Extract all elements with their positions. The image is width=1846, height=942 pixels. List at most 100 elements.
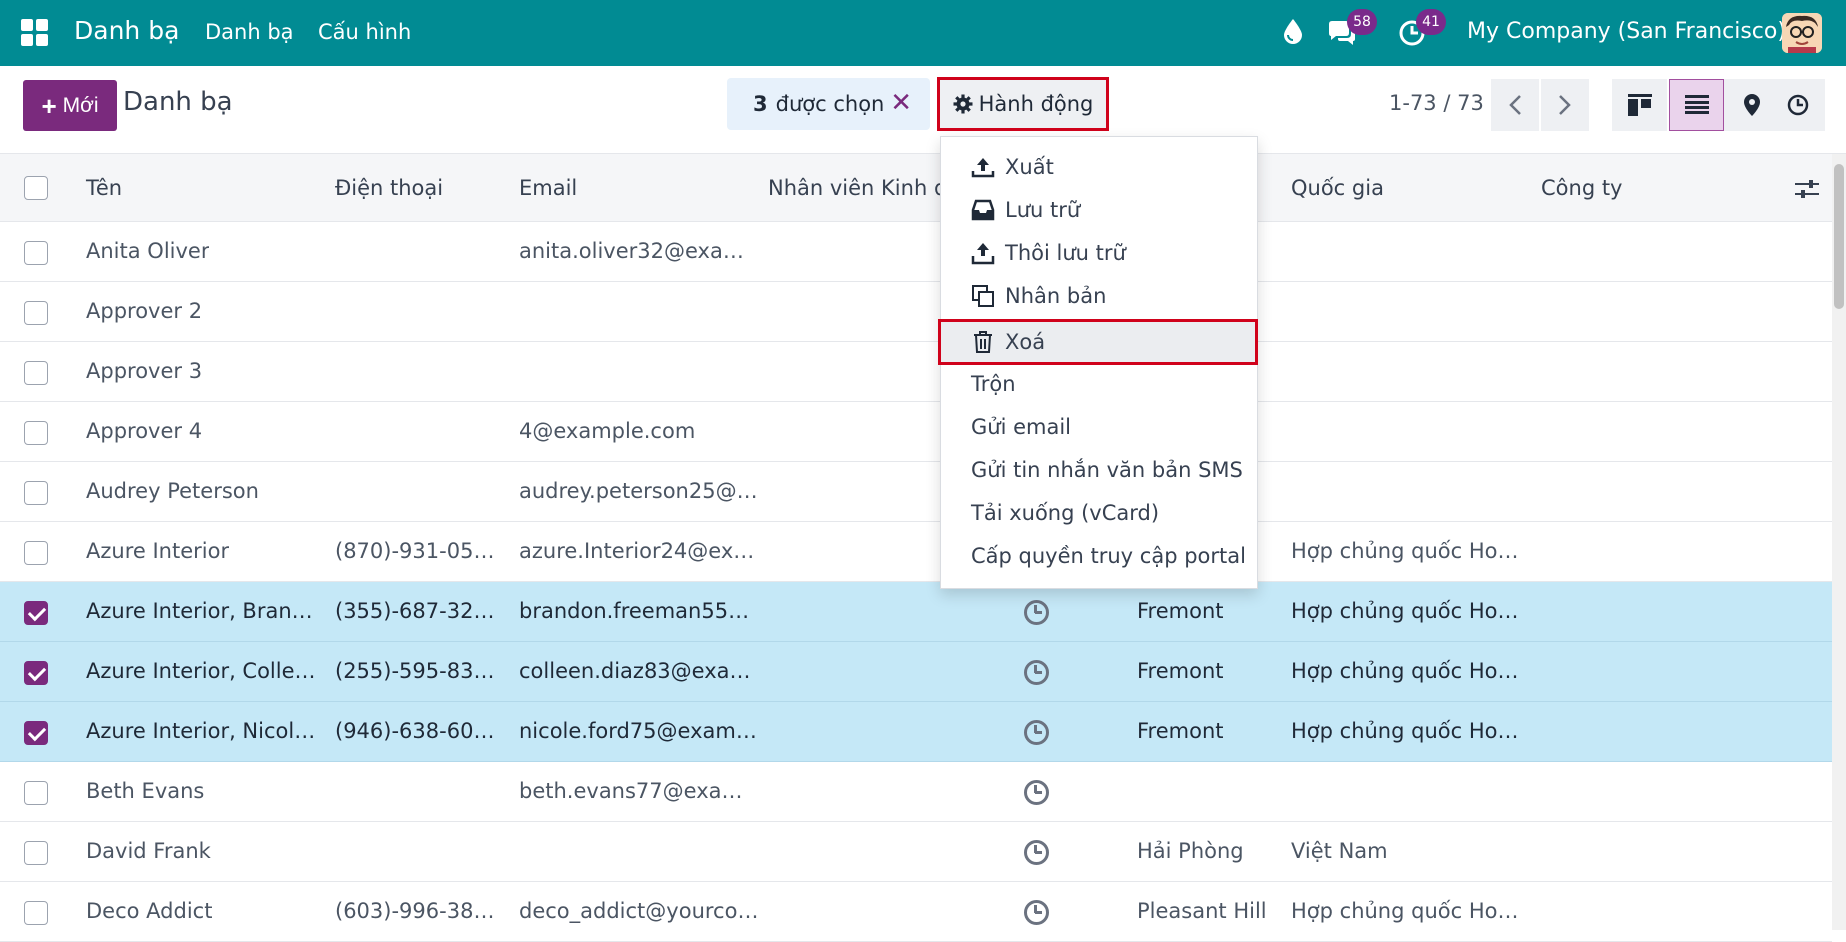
gear-icon	[953, 94, 973, 114]
column-header-name[interactable]: Tên	[86, 176, 122, 200]
table-row[interactable]: Audrey Peterson audrey.peterson25@e…	[0, 462, 1832, 522]
pager-value[interactable]: 1-73 / 73	[1389, 91, 1484, 115]
user-avatar[interactable]	[1782, 13, 1822, 53]
row-checkbox[interactable]	[24, 301, 48, 325]
cell-phone: (355)-687-3262	[335, 599, 495, 623]
apps-menu-icon[interactable]	[21, 19, 48, 46]
clock-icon	[1787, 94, 1808, 116]
table-row[interactable]: Anita Oliver anita.oliver32@exam…	[0, 222, 1832, 282]
table-row[interactable]: Azure Interior, Nicole … (946)-638-6034 ni…	[0, 702, 1832, 762]
cell-city: Hải Phòng	[1137, 839, 1244, 863]
row-checkbox[interactable]	[24, 661, 48, 685]
optional-columns-icon[interactable]	[1795, 179, 1819, 199]
company-switcher[interactable]: My Company (San Francisco)	[1467, 19, 1786, 44]
new-button[interactable]: + Mới	[23, 80, 117, 131]
activity-clock-icon[interactable]	[1024, 780, 1049, 805]
menu-item-unarchive[interactable]: Thôi lưu trữ	[971, 241, 1126, 265]
table-row[interactable]: Deco Addict (603)-996-3829 deco_addict@you…	[0, 882, 1832, 942]
menu-item-duplicate[interactable]: Nhân bản	[971, 284, 1106, 308]
table-row[interactable]: Approver 3	[0, 342, 1832, 402]
cell-name: Beth Evans	[86, 779, 205, 803]
table-row[interactable]: Azure Interior, Colleen… (255)-595-8393 co…	[0, 642, 1832, 702]
copy-icon	[972, 285, 994, 307]
cell-phone: (946)-638-6034	[335, 719, 495, 743]
activities-badge: 41	[1416, 9, 1446, 35]
list-scrollbar[interactable]	[1832, 154, 1846, 930]
row-checkbox[interactable]	[24, 601, 48, 625]
select-all-checkbox[interactable]	[24, 176, 48, 200]
column-header-salesperson[interactable]: Nhân viên Kinh doanh	[768, 176, 940, 200]
archive-icon	[971, 199, 995, 221]
activity-clock-icon[interactable]	[1024, 720, 1049, 745]
row-checkbox[interactable]	[24, 481, 48, 505]
row-checkbox[interactable]	[24, 541, 48, 565]
activity-view-button[interactable]	[1770, 79, 1825, 131]
table-row[interactable]: David Frank Hải Phòng Việt Nam	[0, 822, 1832, 882]
clear-selection-icon[interactable]: ✕	[890, 88, 912, 118]
column-header-email[interactable]: Email	[519, 176, 577, 200]
table-row[interactable]: Approver 2	[0, 282, 1832, 342]
menu-item-export[interactable]: Xuất	[971, 155, 1054, 179]
menu-item-archive[interactable]: Lưu trữ	[971, 198, 1080, 222]
kanban-icon	[1627, 94, 1652, 116]
menu-item-merge[interactable]: Trộn	[971, 372, 1016, 396]
column-header-country[interactable]: Quốc gia	[1291, 176, 1384, 200]
app-brand[interactable]: Danh bạ	[74, 16, 179, 45]
table-row[interactable]: Beth Evans beth.evans77@exam…	[0, 762, 1832, 822]
cell-name: Azure Interior, Brando…	[86, 599, 318, 623]
table-row[interactable]: Azure Interior, Brando… (355)-687-3262 bra…	[0, 582, 1832, 642]
cell-name: Azure Interior	[86, 539, 230, 563]
row-checkbox[interactable]	[24, 361, 48, 385]
cell-city: Pleasant Hill	[1137, 899, 1267, 923]
drop-icon[interactable]	[1283, 18, 1303, 44]
action-button[interactable]: Hành động	[937, 77, 1109, 131]
cell-email: audrey.peterson25@e…	[519, 479, 759, 503]
menu-item-grant-portal[interactable]: Cấp quyền truy cập portal	[971, 544, 1246, 568]
column-header-phone[interactable]: Điện thoại	[335, 176, 443, 200]
menu-item-download-vcard[interactable]: Tải xuống (vCard)	[971, 501, 1159, 525]
column-header-company[interactable]: Công ty	[1541, 176, 1623, 200]
cell-city: Fremont	[1137, 719, 1224, 743]
cell-name: Approver 4	[86, 419, 203, 443]
menu-item-delete[interactable]: Xoá	[938, 319, 1258, 365]
row-checkbox[interactable]	[24, 241, 48, 265]
menu-item-send-sms[interactable]: Gửi tin nhắn văn bản SMS	[971, 458, 1243, 482]
plus-icon: +	[41, 90, 57, 121]
upload-icon	[971, 158, 995, 178]
menu-configuration[interactable]: Cấu hình	[318, 20, 411, 44]
trash-icon	[974, 331, 992, 353]
table-row[interactable]: Approver 4 4@example.com	[0, 402, 1832, 462]
row-checkbox[interactable]	[24, 841, 48, 865]
cell-country: Hợp chủng quốc Hoa …	[1291, 599, 1529, 623]
kanban-view-button[interactable]	[1612, 79, 1667, 131]
cell-country: Hợp chủng quốc Hoa …	[1291, 719, 1529, 743]
row-checkbox[interactable]	[24, 721, 48, 745]
row-checkbox[interactable]	[24, 781, 48, 805]
cell-email: 4@example.com	[519, 419, 696, 443]
list-view-button[interactable]	[1669, 79, 1724, 131]
cell-name: Approver 3	[86, 359, 203, 383]
activity-clock-icon[interactable]	[1024, 840, 1049, 865]
row-checkbox[interactable]	[24, 901, 48, 925]
pager-previous-button[interactable]	[1491, 79, 1539, 131]
cell-country: Hợp chủng quốc Hoa …	[1291, 539, 1529, 563]
cell-name: Approver 2	[86, 299, 203, 323]
list-icon	[1684, 95, 1709, 114]
activity-clock-icon[interactable]	[1024, 900, 1049, 925]
cell-email: brandon.freeman55@…	[519, 599, 759, 623]
row-checkbox[interactable]	[24, 421, 48, 445]
cell-phone: (870)-931-0505	[335, 539, 495, 563]
pager-next-button[interactable]	[1541, 79, 1589, 131]
map-pin-icon	[1743, 94, 1760, 116]
cell-city: Fremont	[1137, 599, 1224, 623]
control-panel: + Mới Danh bạ 3 được chọn ✕ Hành động 1-…	[0, 66, 1846, 154]
table-row[interactable]: Azure Interior (870)-931-0505 azure.Interi…	[0, 522, 1832, 582]
activity-clock-icon[interactable]	[1024, 660, 1049, 685]
menu-contacts[interactable]: Danh bạ	[205, 20, 294, 44]
cell-name: Deco Addict	[86, 899, 213, 923]
top-navbar: Danh bạ Danh bạ Cấu hình 58 41 My Compan…	[0, 0, 1846, 66]
chevron-right-icon	[1559, 95, 1571, 115]
menu-item-send-email[interactable]: Gửi email	[971, 415, 1071, 439]
cell-phone: (603)-996-3829	[335, 899, 495, 923]
activity-clock-icon[interactable]	[1024, 600, 1049, 625]
